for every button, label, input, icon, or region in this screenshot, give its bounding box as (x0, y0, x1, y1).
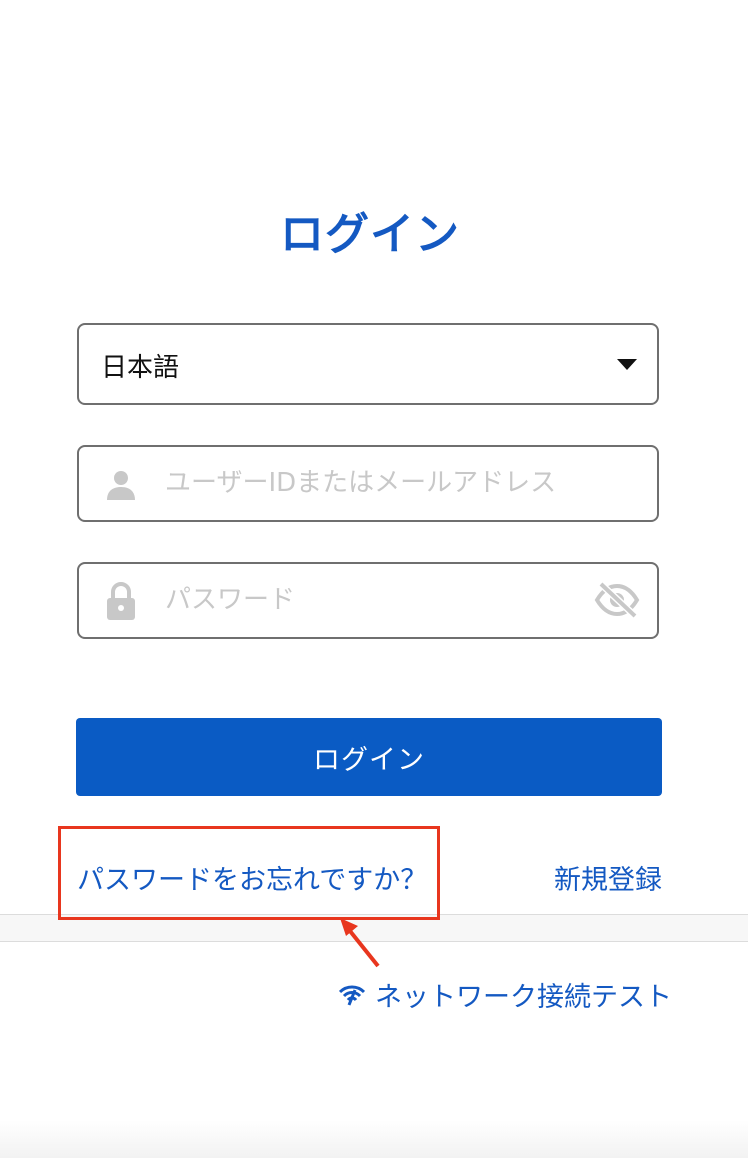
chevron-down-icon (617, 359, 637, 370)
password-field[interactable] (77, 562, 659, 639)
page-title: ログイン (280, 209, 460, 260)
login-button[interactable]: ログイン (76, 718, 662, 796)
network-test-link[interactable]: ネットワーク接続テスト (339, 975, 672, 1014)
eye-off-icon[interactable] (593, 580, 641, 620)
login-page: ログイン 日本語 ログイン パスワードをお忘れですか？ 新規登録 (0, 0, 748, 1158)
wifi-icon (339, 985, 365, 1006)
lock-icon (107, 582, 135, 620)
user-icon (107, 471, 135, 500)
language-select-value: 日本語 (101, 353, 180, 383)
user-id-field[interactable] (77, 445, 659, 522)
network-test-label: ネットワーク接続テスト (375, 982, 672, 1013)
register-link[interactable]: 新規登録 (554, 858, 662, 897)
forgot-password-link[interactable]: パスワードをお忘れですか？ (77, 858, 427, 897)
annotation-arrow-icon (340, 918, 380, 968)
language-select[interactable]: 日本語 (77, 323, 659, 405)
password-input[interactable] (165, 580, 585, 620)
user-id-input[interactable] (165, 463, 585, 503)
